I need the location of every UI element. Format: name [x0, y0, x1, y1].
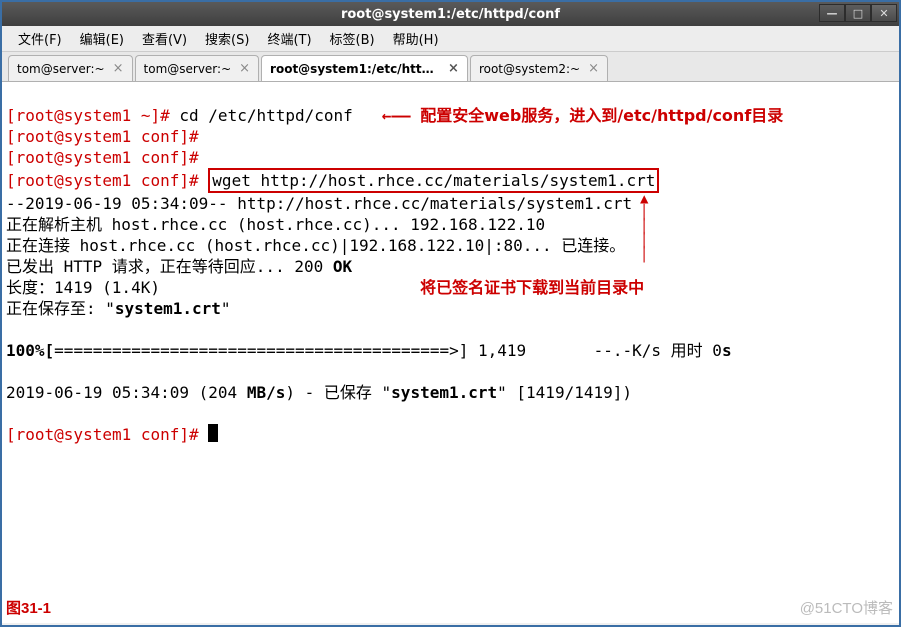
progress-unit: s [722, 341, 732, 360]
output-line: 2019-06-19 05:34:09 (204 [6, 383, 247, 402]
tab-label: tom@server:~ [144, 62, 232, 76]
tabbar: tom@server:~ × tom@server:~ × root@syste… [2, 52, 899, 82]
menubar: 文件(F) 编辑(E) 查看(V) 搜索(S) 终端(T) 标签(B) 帮助(H… [2, 26, 899, 52]
tab-label: root@system2:~ [479, 62, 580, 76]
arrow-down-icon: ▲││││ [640, 192, 648, 262]
tab-4[interactable]: root@system2:~ × [470, 55, 608, 81]
prompt: [root@system1 conf]# [6, 148, 199, 167]
menu-file[interactable]: 文件(F) [10, 26, 70, 51]
prompt: [root@system1 conf]# [6, 171, 199, 190]
window-controls: — □ ✕ [819, 4, 897, 22]
minimize-button[interactable]: — [819, 4, 845, 22]
watermark: @51CTO博客 [800, 598, 893, 619]
menu-help[interactable]: 帮助(H) [385, 26, 447, 51]
window-title: root@system1:/etc/httpd/conf [341, 7, 560, 22]
output-line: " [221, 299, 231, 318]
titlebar: root@system1:/etc/httpd/conf — □ ✕ [2, 2, 899, 26]
close-icon[interactable]: × [113, 61, 124, 76]
output-line: --2019-06-19 05:34:09-- http://host.rhce… [6, 194, 632, 213]
tab-1[interactable]: tom@server:~ × [8, 55, 133, 81]
close-icon[interactable]: × [239, 61, 250, 76]
arrow-left-icon: ←—— [382, 106, 411, 125]
command: wget http://host.rhce.cc/materials/syste… [212, 171, 655, 190]
menu-view[interactable]: 查看(V) [134, 26, 195, 51]
prompt: [root@system1 ~]# [6, 106, 170, 125]
annotation-2: 将已签名证书下载到当前目录中 [420, 278, 644, 297]
progress-pct: 100%[ [6, 341, 54, 360]
terminal[interactable]: [root@system1 ~]# cd /etc/httpd/conf ←——… [2, 82, 899, 623]
annotation-1: 配置安全web服务，进入到/etc/httpd/conf目录 [420, 106, 783, 125]
output-line: 长度：1419 (1.4K) [6, 278, 160, 297]
menu-tabs[interactable]: 标签(B) [322, 26, 383, 51]
menu-search[interactable]: 搜索(S) [197, 26, 257, 51]
close-icon[interactable]: × [588, 61, 599, 76]
status-code: OK [333, 257, 352, 276]
output-line: 正在保存至: " [6, 299, 115, 318]
menu-terminal[interactable]: 终端(T) [259, 26, 319, 51]
output-line: 已发出 HTTP 请求，正在等待回应... 200 [6, 257, 333, 276]
menu-edit[interactable]: 编辑(E) [72, 26, 132, 51]
tab-label: root@system1:/etc/http… [270, 62, 440, 76]
output-line: 正在解析主机 host.rhce.cc (host.rhce.cc)... 19… [6, 215, 545, 234]
close-icon[interactable]: × [448, 61, 459, 76]
tab-label: tom@server:~ [17, 62, 105, 76]
maximize-button[interactable]: □ [845, 4, 871, 22]
figure-label: 图31-1 [6, 598, 51, 619]
progress-bar: ========================================… [54, 341, 459, 360]
prompt: [root@system1 conf]# [6, 127, 199, 146]
cursor-icon [208, 424, 218, 442]
tab-2[interactable]: tom@server:~ × [135, 55, 260, 81]
command: cd /etc/httpd/conf [170, 106, 353, 125]
output-line: ) - 已保存 " [285, 383, 391, 402]
filename: system1.crt [391, 383, 497, 402]
tab-3[interactable]: root@system1:/etc/http… × [261, 55, 468, 81]
prompt: [root@system1 conf]# [6, 425, 208, 444]
filename: system1.crt [115, 299, 221, 318]
speed: MB/s [247, 383, 286, 402]
progress-stats: ] 1,419 --.-K/s 用时 0 [459, 341, 722, 360]
close-button[interactable]: ✕ [871, 4, 897, 22]
highlighted-command: wget http://host.rhce.cc/materials/syste… [208, 168, 659, 193]
output-line: 正在连接 host.rhce.cc (host.rhce.cc)|192.168… [6, 236, 625, 255]
output-line: " [1419/1419]) [497, 383, 632, 402]
